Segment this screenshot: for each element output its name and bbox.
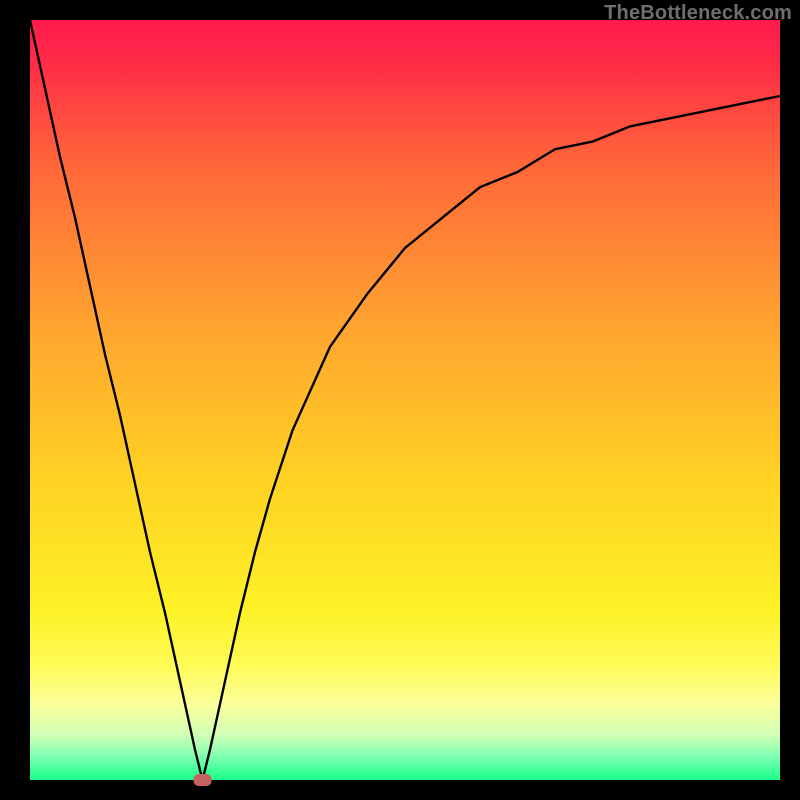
plot-background <box>30 20 780 780</box>
optimum-marker <box>194 774 212 786</box>
bottleneck-chart <box>0 0 800 800</box>
chart-container: TheBottleneck.com <box>0 0 800 800</box>
attribution-label: TheBottleneck.com <box>604 2 792 25</box>
